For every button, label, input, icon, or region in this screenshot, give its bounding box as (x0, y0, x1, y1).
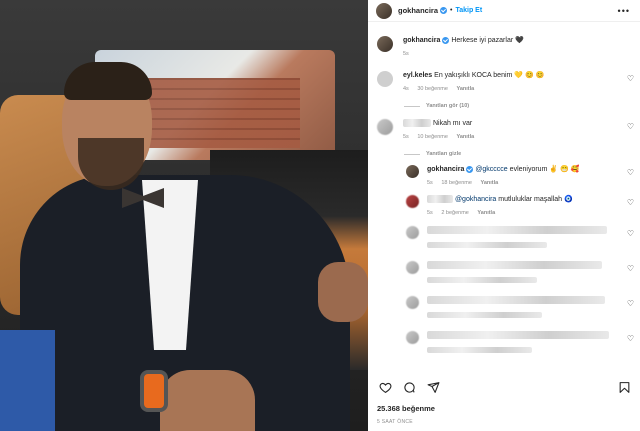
reply-mention[interactable]: @gkcccce (475, 166, 507, 173)
caption: gokhancira Herkese iyi pazarlar 🖤 5s (368, 36, 640, 59)
man-hair (64, 62, 152, 100)
caption-text: Herkese iyi pazarlar (451, 37, 514, 44)
blurred-reply-text (427, 226, 607, 234)
blurred-reply-text (427, 261, 602, 269)
orange-watch (140, 370, 168, 412)
blurred-username (403, 119, 431, 128)
reply-likes[interactable]: 2 beğenme (441, 210, 469, 216)
commenter-avatar[interactable] (406, 296, 419, 309)
blurred-username (427, 195, 453, 204)
comment-item: eyl.keles En yakışıklı KOCA benim 💛 😊 😊 … (368, 71, 640, 94)
reply-item: @gokhancira mutluluklar maşallah 🧿 5s 2 … (368, 195, 640, 218)
comment-text: Nikah mı var (432, 120, 473, 127)
reply-button[interactable]: Yanıtla (456, 86, 474, 92)
comment-icon[interactable] (401, 379, 417, 395)
blue-sleeve (0, 330, 55, 431)
comment-time: 5s (403, 134, 409, 140)
share-icon[interactable] (425, 379, 441, 395)
commenter-avatar[interactable] (406, 261, 419, 274)
commenter-avatar[interactable] (406, 195, 419, 208)
caption-username[interactable]: gokhancira (403, 37, 440, 44)
comment-time: 4s (403, 86, 409, 92)
like-reply-heart-icon[interactable]: ♡ (627, 198, 634, 207)
blurred-reply-text (427, 296, 605, 304)
post-time: 5 SAAT ÖNCE (377, 419, 413, 425)
blurred-reply-text (427, 331, 609, 339)
like-comment-heart-icon[interactable]: ♡ (627, 122, 634, 131)
caption-emoji: 🖤 (515, 37, 524, 44)
reply-item: gokhancira @gkcccce evleniyorum ✌️ 😁 🥰 5… (368, 165, 640, 188)
blurred-reply-item: ♡ (368, 226, 640, 251)
reply-mention[interactable]: @gokhancira (455, 196, 496, 203)
post-panel: gokhancira • Takip Et ••• gokhancira Her… (368, 0, 640, 431)
follow-button[interactable]: Takip Et (455, 7, 482, 14)
action-bar (368, 378, 640, 396)
author-avatar[interactable] (406, 165, 419, 178)
comment-username[interactable]: eyl.keles (403, 72, 432, 79)
hide-replies-label: Yanıtları gizle (426, 151, 462, 157)
comment-text: En yakışıklı KOCA benim 💛 😊 😊 (434, 72, 545, 79)
reply-time: 5s (427, 180, 433, 186)
tattooed-hand (160, 370, 255, 431)
verified-icon (466, 165, 474, 173)
comments-list[interactable]: gokhancira Herkese iyi pazarlar 🖤 5s eyl… (368, 30, 640, 370)
verified-icon (442, 36, 450, 44)
post-header: gokhancira • Takip Et ••• (368, 0, 640, 22)
comment-item: Nikah mı var 5s 10 beğenme Yanıtla ♡ (368, 119, 640, 142)
divider-line (404, 153, 420, 155)
reply-likes[interactable]: 18 beğenme (441, 180, 472, 186)
commenter-avatar[interactable] (377, 71, 393, 87)
reply-text: evleniyorum ✌️ 😁 🥰 (509, 166, 580, 173)
caption-time: 5s (403, 51, 409, 57)
commenter-avatar[interactable] (406, 226, 419, 239)
blurred-reply-meta (427, 242, 547, 248)
separator-dot: • (450, 7, 453, 14)
more-icon[interactable]: ••• (618, 6, 630, 16)
brick-building (140, 78, 300, 148)
bookmark-icon[interactable] (616, 379, 632, 395)
author-username[interactable]: gokhancira (398, 6, 438, 15)
like-reply-heart-icon[interactable]: ♡ (627, 299, 634, 308)
blurred-reply-meta (427, 277, 537, 283)
reply-button[interactable]: Yanıtla (477, 210, 495, 216)
like-reply-heart-icon[interactable]: ♡ (627, 334, 634, 343)
blurred-reply-meta (427, 347, 532, 353)
like-reply-heart-icon[interactable]: ♡ (627, 229, 634, 238)
reply-text: mutluluklar maşallah 🧿 (498, 196, 573, 203)
reply-time: 5s (427, 210, 433, 216)
like-reply-heart-icon[interactable]: ♡ (627, 264, 634, 273)
comment-likes[interactable]: 30 beğenme (417, 86, 448, 92)
post-photo[interactable] (0, 0, 368, 431)
blurred-reply-item: ♡ (368, 261, 640, 286)
view-replies-label: Yanıtları gör (10) (426, 103, 470, 109)
reply-username[interactable]: gokhancira (427, 166, 464, 173)
commenter-avatar[interactable] (406, 331, 419, 344)
view-replies-button[interactable]: Yanıtları gör (10) (404, 103, 640, 109)
comment-likes[interactable]: 10 beğenme (417, 134, 448, 140)
author-avatar[interactable] (377, 36, 393, 52)
blurred-reply-meta (427, 312, 542, 318)
heart-icon[interactable] (377, 379, 393, 395)
commenter-avatar[interactable] (377, 119, 393, 135)
reply-button[interactable]: Yanıtla (456, 134, 474, 140)
blurred-reply-item: ♡ (368, 296, 640, 321)
right-hand (318, 262, 368, 322)
author-avatar[interactable] (376, 2, 392, 19)
verified-icon (440, 7, 448, 14)
blurred-reply-item: ♡ (368, 331, 640, 356)
like-reply-heart-icon[interactable]: ♡ (627, 168, 634, 177)
reply-button[interactable]: Yanıtla (480, 180, 498, 186)
likes-count[interactable]: 25.368 beğenme (377, 404, 435, 413)
like-comment-heart-icon[interactable]: ♡ (627, 74, 634, 83)
hide-replies-button[interactable]: Yanıtları gizle (404, 151, 640, 157)
divider-line (404, 105, 420, 107)
